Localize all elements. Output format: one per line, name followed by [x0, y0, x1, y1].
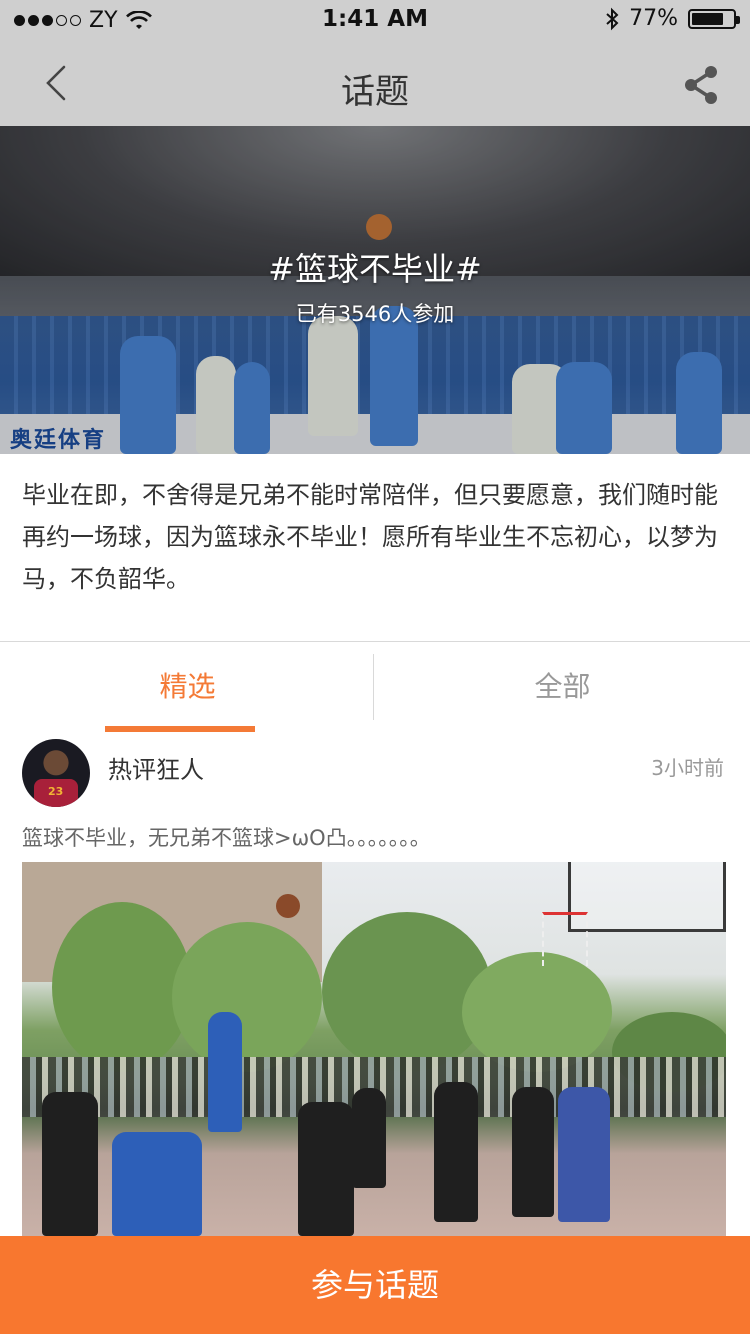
- post-timestamp: 3小时前: [651, 756, 724, 780]
- post-username[interactable]: 热评狂人: [108, 750, 204, 785]
- join-topic-button[interactable]: 参与话题: [0, 1236, 750, 1334]
- battery-percent: 77%: [629, 6, 678, 31]
- status-bar: ZY 1:41 AM 77%: [0, 0, 750, 40]
- topic-description: 毕业在即，不舍得是兄弟不能时常陪伴，但只要愿意，我们随时能再约一场球，因为篮球永…: [22, 481, 718, 593]
- status-right: 77%: [605, 6, 740, 31]
- avatar[interactable]: 23: [22, 739, 90, 807]
- active-tab-indicator: [105, 726, 255, 732]
- avatar-jersey-number: 23: [48, 785, 64, 798]
- basketball-hoop-icon: [568, 862, 726, 932]
- share-icon: [685, 66, 717, 104]
- post-content: 篮球不毕业，无兄弟不篮球>ωO凸。。。。。。。: [22, 826, 431, 850]
- battery-fill: [692, 12, 723, 25]
- topic-title: #篮球不毕业#: [268, 250, 482, 288]
- navigation-bar: 话题: [0, 40, 750, 126]
- bluetooth-icon: [606, 7, 619, 30]
- page-title: 话题: [341, 72, 409, 112]
- basketball-icon: [276, 894, 300, 918]
- tab-all[interactable]: 全部: [375, 642, 750, 732]
- topic-banner: 奥廷体育 #篮球不毕业# 已有3546人参加: [0, 126, 750, 454]
- tab-featured[interactable]: 精选: [0, 642, 375, 732]
- tab-bar: 精选 全部: [0, 642, 750, 732]
- post-image[interactable]: [22, 862, 726, 1236]
- tab-separator: [373, 654, 374, 720]
- battery-icon: [688, 8, 740, 29]
- share-button[interactable]: [678, 62, 724, 108]
- participant-count: 已有3546人参加: [295, 302, 455, 326]
